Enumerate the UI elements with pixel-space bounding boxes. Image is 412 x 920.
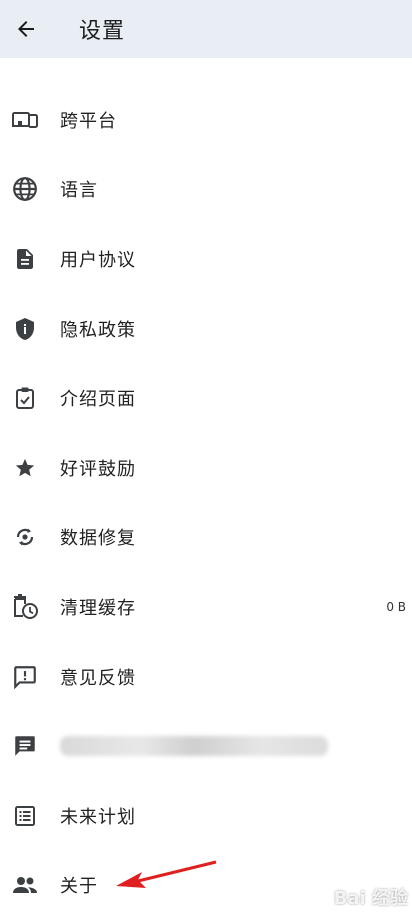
people-icon [10, 870, 40, 900]
feedback-icon [10, 662, 40, 692]
star-icon [10, 453, 40, 483]
settings-item-label: 介绍页面 [60, 389, 136, 411]
blurred-label [60, 736, 328, 757]
settings-item-label: 未来计划 [60, 806, 136, 828]
settings-item-cross-platform[interactable]: 跨平台 [0, 85, 412, 155]
settings-item-message[interactable] [0, 711, 412, 781]
settings-item-label: 意见反馈 [60, 667, 136, 689]
settings-item-privacy-policy[interactable]: 隐私政策 [0, 294, 412, 364]
settings-item-label: 关于 [60, 876, 98, 898]
settings-item-label: 数据修复 [60, 528, 136, 550]
settings-item-label: 好评鼓励 [60, 458, 136, 480]
settings-item-label: 用户协议 [60, 249, 136, 271]
document-icon [10, 244, 40, 274]
back-arrow-icon [18, 21, 34, 37]
app-bar: 设置 [0, 0, 412, 58]
back-button[interactable] [2, 5, 50, 53]
settings-item-label: 跨平台 [60, 110, 117, 132]
settings-item-feedback[interactable]: 意见反馈 [0, 642, 412, 712]
list-icon [10, 801, 40, 831]
page-title: 设置 [79, 19, 126, 44]
clipboard-check-icon [10, 383, 40, 413]
devices-icon [10, 105, 40, 135]
settings-item-rate-us[interactable]: 好评鼓励 [0, 433, 412, 503]
settings-item-clear-cache[interactable]: 清理缓存 0 B [0, 572, 412, 642]
delete-clock-icon [10, 592, 40, 622]
settings-item-future-plan[interactable]: 未来计划 [0, 781, 412, 851]
settings-item-intro-page[interactable]: 介绍页面 [0, 363, 412, 433]
settings-item-data-repair[interactable]: 数据修复 [0, 503, 412, 573]
settings-item-label: 隐私政策 [60, 319, 136, 341]
message-icon [10, 731, 40, 761]
repair-icon [10, 522, 40, 552]
red-arrow-annotation [116, 860, 217, 888]
shield-icon [10, 314, 40, 344]
cache-size: 0 B [386, 599, 406, 614]
settings-item-label: 语言 [60, 180, 98, 202]
settings-item-user-agreement[interactable]: 用户协议 [0, 224, 412, 294]
settings-item-label: 清理缓存 [60, 597, 136, 619]
watermark: Bai 经验 [333, 888, 408, 909]
globe-icon [10, 174, 40, 204]
settings-item-language[interactable]: 语言 [0, 155, 412, 225]
settings-list: 跨平台 语言 用户协议 隐私政策 介绍页面 好评鼓励 数据修复 清理缓存 0 B… [0, 85, 412, 920]
